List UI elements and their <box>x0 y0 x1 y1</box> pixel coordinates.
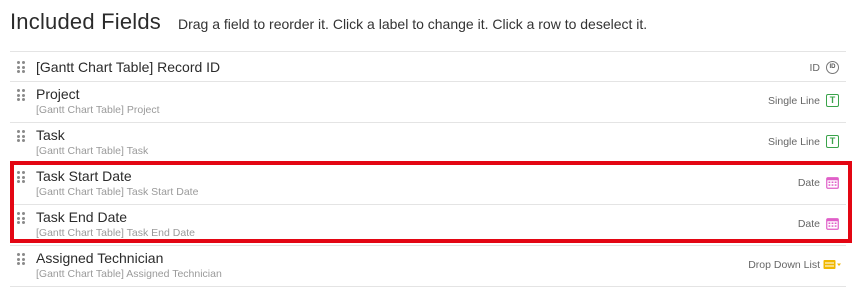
included-fields-list: [Gantt Chart Table] Record ID ID ID Proj… <box>10 51 846 287</box>
field-label[interactable]: Task <box>36 127 65 143</box>
field-label[interactable]: Assigned Technician <box>36 250 163 266</box>
calendar-icon <box>826 177 839 189</box>
field-row-project[interactable]: Project [Gantt Chart Table] Project Sing… <box>10 82 846 123</box>
field-row-record-id[interactable]: [Gantt Chart Table] Record ID ID ID <box>10 52 846 82</box>
field-label[interactable]: Project <box>36 86 80 102</box>
field-row-task-start-date[interactable]: Task Start Date [Gantt Chart Table] Task… <box>10 164 846 205</box>
field-type-label: Drop Down List <box>748 259 820 271</box>
instructions-text: Drag a field to reorder it. Click a labe… <box>177 16 648 32</box>
field-row-task[interactable]: Task [Gantt Chart Table] Task Single Lin… <box>10 123 846 164</box>
field-row-task-end-date[interactable]: Task End Date [Gantt Chart Table] Task E… <box>10 205 846 246</box>
field-type-label: Date <box>797 177 820 189</box>
field-row-assigned-technician[interactable]: Assigned Technician [Gantt Chart Table] … <box>10 246 846 287</box>
drag-handle-icon[interactable] <box>17 61 25 73</box>
field-source-label: [Gantt Chart Table] Task Start Date <box>36 186 199 198</box>
field-source-label: [Gantt Chart Table] Assigned Technician <box>36 268 222 280</box>
id-icon: ID <box>826 61 839 74</box>
page-title: Included Fields <box>10 9 161 34</box>
field-type-label: Single Line <box>768 136 820 148</box>
calendar-icon <box>826 218 839 230</box>
field-type-label: Date <box>797 218 820 230</box>
field-type-label: Single Line <box>768 95 820 107</box>
dropdown-list-icon <box>823 260 841 269</box>
field-source-label: [Gantt Chart Table] Project <box>36 104 160 116</box>
field-type-label: ID <box>809 62 821 74</box>
drag-handle-icon[interactable] <box>17 212 25 224</box>
drag-handle-icon[interactable] <box>17 171 25 183</box>
drag-handle-icon[interactable] <box>17 89 25 101</box>
field-label[interactable]: Task End Date <box>36 209 127 225</box>
header: Included Fields Drag a field to reorder … <box>10 9 647 39</box>
field-label[interactable]: [Gantt Chart Table] Record ID <box>36 59 220 75</box>
field-source-label: [Gantt Chart Table] Task End Date <box>36 227 195 239</box>
field-source-label: [Gantt Chart Table] Task <box>36 145 149 157</box>
field-label[interactable]: Task Start Date <box>36 168 132 184</box>
drag-handle-icon[interactable] <box>17 130 25 142</box>
text-field-icon: T <box>826 94 839 107</box>
text-field-icon: T <box>826 135 839 148</box>
drag-handle-icon[interactable] <box>17 253 25 265</box>
